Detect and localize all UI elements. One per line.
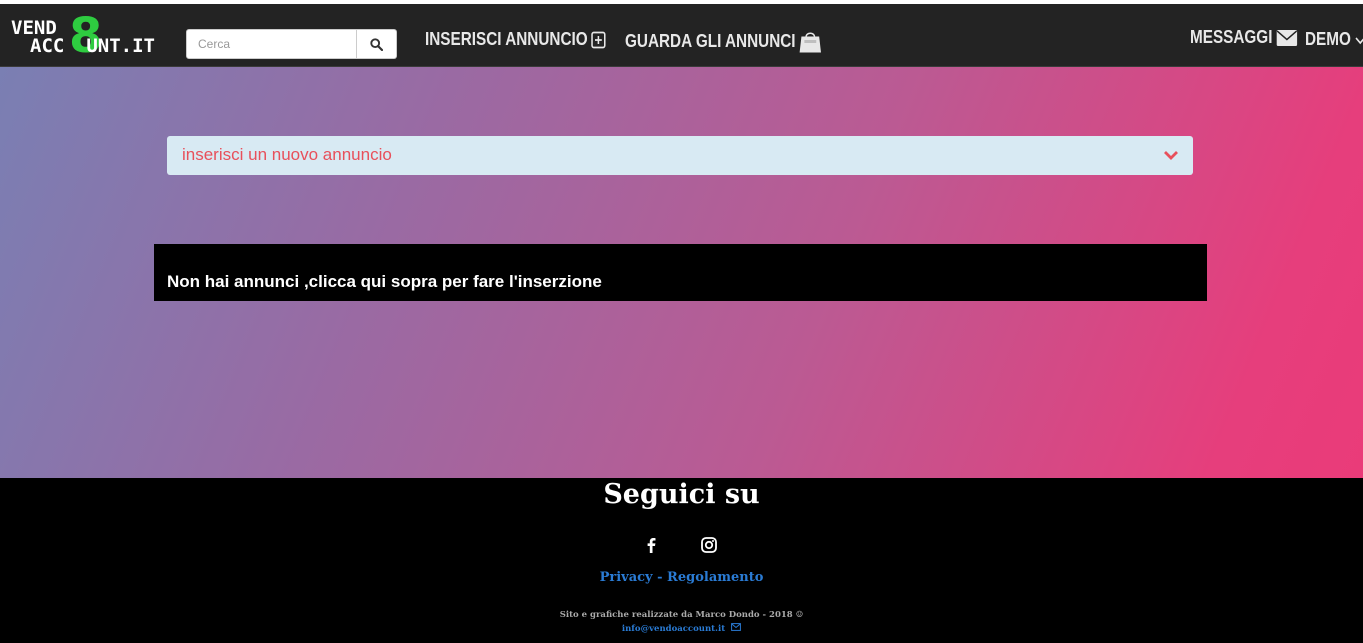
navbar: VEND 8 ACCUNT.IT INSERISCI ANNUNCIO GUAR… (0, 4, 1363, 67)
facebook-link[interactable] (643, 536, 659, 559)
footer-email-row: info@vendoaccount.it (0, 623, 1363, 634)
instagram-link[interactable] (700, 536, 718, 559)
shopping-bag-icon (799, 32, 821, 53)
logo-line-2-end: UNT.IT (86, 35, 155, 57)
footer-links: Privacy - Regolamento (0, 570, 1363, 585)
empty-ads-message: Non hai annunci ,clicca qui sopra per fa… (167, 272, 602, 291)
rules-link[interactable]: Regolamento (667, 570, 763, 585)
instagram-icon (701, 537, 717, 553)
search-icon (370, 37, 383, 51)
user-name: DEMO (1305, 29, 1351, 49)
plus-square-icon (591, 31, 606, 48)
footer-link-separator: - (652, 570, 668, 585)
nav-insert-ad[interactable]: INSERISCI ANNUNCIO (425, 29, 606, 50)
new-ad-accordion[interactable]: inserisci un nuovo annuncio (167, 136, 1193, 175)
chevron-down-icon (1164, 151, 1178, 160)
site-logo[interactable]: VEND 8 ACC UNT.IT (11, 12, 176, 61)
facebook-icon (647, 538, 656, 553)
chevron-down-icon (1355, 36, 1363, 44)
footer-credit: Sito e grafiche realizzate da Marco Dond… (559, 610, 804, 620)
envelope-icon (731, 623, 742, 631)
search-input[interactable] (186, 29, 357, 59)
nav-insert-ad-label: INSERISCI ANNUNCIO (425, 29, 588, 49)
logo-line-2: ACC UNT.IT (30, 36, 155, 56)
nav-messages[interactable]: MESSAGGI (1190, 27, 1298, 48)
follow-title: Seguici su (603, 479, 760, 510)
nav-view-ads-label: GUARDA GLI ANNUNCI (625, 30, 796, 51)
nav-view-ads[interactable]: GUARDA GLI ANNUNCI (625, 29, 821, 53)
email-link[interactable]: info@vendoaccount.it (622, 624, 725, 634)
empty-ads-notice: Non hai annunci ,clicca qui sopra per fa… (154, 244, 1207, 301)
search-form (186, 29, 398, 59)
nav-messages-label: MESSAGGI (1190, 27, 1273, 47)
footer: Seguici su Privacy - Regolamento Sito e … (0, 478, 1363, 643)
user-menu[interactable]: DEMO (1305, 29, 1363, 50)
logo-line-2-start: ACC (30, 35, 65, 57)
main-content: inserisci un nuovo annuncio Non hai annu… (0, 67, 1363, 478)
privacy-link[interactable]: Privacy (600, 570, 653, 585)
accordion-title: inserisci un nuovo annuncio (182, 145, 392, 164)
search-button[interactable] (357, 29, 397, 59)
envelope-icon (1276, 29, 1298, 46)
